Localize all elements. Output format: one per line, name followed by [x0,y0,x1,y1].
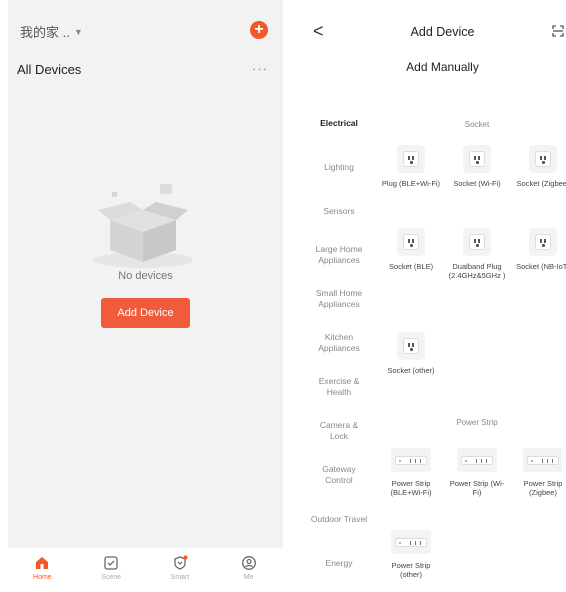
nav-label: Home [33,574,52,581]
device-plug-ble-wifi[interactable]: Plug (BLE+Wi-Fi) [381,145,441,188]
power-strip-icon [391,448,431,472]
device-power-strip-zigbee[interactable]: Power Strip (Zigbee) [513,448,566,497]
smart-shield-icon [174,555,188,570]
category-small-home-appliances[interactable]: Small Home Appliances [297,288,381,310]
category-gateway-control[interactable]: Gateway Control [297,464,381,486]
device-name: Socket (Zigbee) [516,179,566,188]
device-dualband-plug[interactable]: Dualband Plug (2.4GHz&5GHz ) [447,228,507,280]
home-screen: 我的家 .. ▼ + All Devices ··· No devices Ad… [0,0,283,592]
socket-icon [397,145,425,173]
socket-icon [397,228,425,256]
category-exercise-health[interactable]: Exercise & Health [297,376,381,398]
device-name: Socket (NB-IoT) [516,262,566,271]
add-device-button[interactable]: Add Device [101,298,190,328]
home-selector[interactable]: 我的家 .. ▼ [20,22,83,41]
nav-label: Scene [101,574,122,581]
device-power-strip-other[interactable]: Power Strip (other) [381,530,441,579]
nav-scene[interactable]: Scene [77,548,146,592]
device-name: Power Strip (Wi-Fi) [449,479,505,497]
more-options-icon[interactable]: ··· [252,61,268,76]
page-title: Add Device [410,25,475,39]
section-title-power-strip: Power Strip [456,418,498,427]
device-name: Socket (other) [387,366,435,375]
power-strip-icon [391,530,431,554]
power-strip-icon [457,448,497,472]
category-large-home-appliances[interactable]: Large Home Appliances [297,244,381,266]
caret-down-icon: ▼ [73,26,83,37]
socket-icon [529,228,557,256]
device-name: Power Strip (BLE+Wi-Fi) [390,479,432,497]
device-socket-other[interactable]: Socket (other) [381,332,441,375]
device-power-strip-ble-wifi[interactable]: Power Strip (BLE+Wi-Fi) [381,448,441,497]
socket-icon [463,228,491,256]
home-name: 我的家 .. [20,25,70,40]
device-socket-wifi[interactable]: Socket (Wi-Fi) [447,145,507,188]
all-devices-heading: All Devices [17,62,82,77]
device-name: Socket (Wi-Fi) [453,179,501,188]
empty-state-text: No devices [118,270,173,282]
category-electrical[interactable]: Electrical [297,118,381,129]
nav-label: Smart [170,574,190,581]
plus-circle-icon[interactable]: + [250,21,268,39]
profile-icon [241,556,256,570]
device-name: Dualband Plug (2.4GHz&5GHz ) [448,262,506,280]
scene-checkbox-icon [104,556,118,570]
socket-icon [463,145,491,173]
device-name: Socket (BLE) [388,262,434,271]
bottom-navigation: Home Scene Smart Me [8,548,283,592]
category-kitchen-appliances[interactable]: Kitchen Appliances [297,332,381,354]
category-lighting[interactable]: Lighting [297,162,381,173]
category-sensors[interactable]: Sensors [297,206,381,217]
add-manually-heading: Add Manually [406,60,479,74]
power-strip-icon [523,448,563,472]
device-name: Power Strip (other) [391,561,431,579]
nav-label: Me [243,574,254,581]
device-socket-ble[interactable]: Socket (BLE) [381,228,441,271]
device-socket-zigbee[interactable]: Socket (Zigbee) [513,145,566,188]
section-title-socket: Socket [464,120,490,129]
device-socket-nb-iot[interactable]: Socket (NB-IoT) [513,228,566,271]
scan-frame-icon[interactable] [552,25,564,37]
device-name: Power Strip (Zigbee) [523,479,563,497]
category-outdoor-travel[interactable]: Outdoor Travel [297,514,381,525]
device-power-strip-wifi[interactable]: Power Strip (Wi-Fi) [447,448,507,497]
add-device-screen: < Add Device Add Manually Electrical Lig… [297,0,566,592]
device-name: Plug (BLE+Wi-Fi) [381,179,441,188]
nav-home[interactable]: Home [8,548,77,592]
category-camera-lock[interactable]: Camera & Lock [297,420,381,442]
socket-icon [397,332,425,360]
home-icon [36,557,49,569]
empty-box-illustration [93,184,193,268]
category-energy[interactable]: Energy [297,558,381,569]
socket-icon [529,145,557,173]
nav-me[interactable]: Me [214,548,283,592]
nav-smart[interactable]: Smart [146,548,215,592]
